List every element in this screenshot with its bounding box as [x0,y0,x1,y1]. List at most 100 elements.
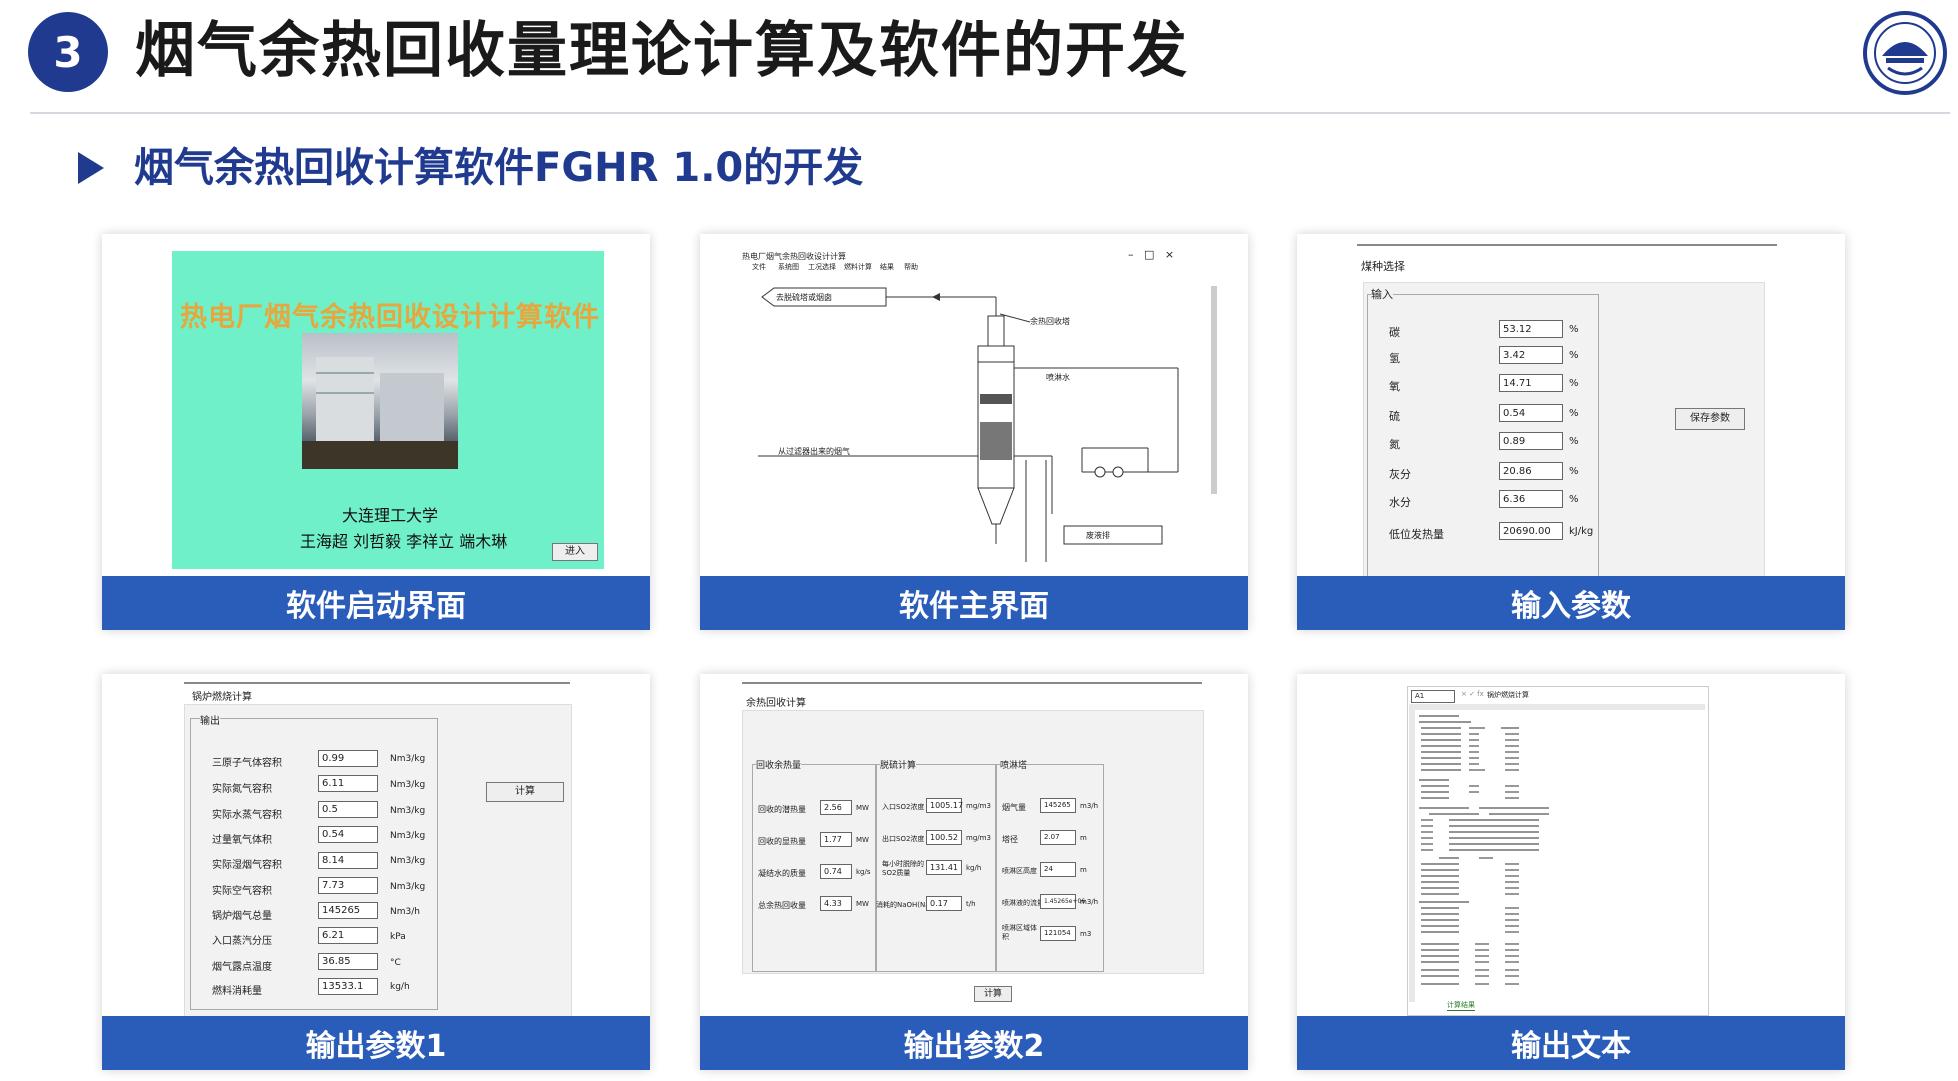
splash-window: 热电厂烟气余热回收设计计算软件 大连理工大学 王海超 刘哲毅 李祥立 端木琳 进… [172,251,604,569]
calculate-button[interactable]: 计算 [486,782,564,802]
label-total-recovered-heat: 总余热回收量 [758,901,806,910]
unit: % [1569,466,1579,477]
label-ash: 灰分 [1389,468,1411,481]
unit: kg/s [856,868,871,876]
label-nitrogen: 氮 [1389,438,1400,451]
label-triatomic-gas: 三原子气体容积 [212,758,282,769]
carbon-input[interactable]: 53.12 [1499,320,1563,338]
tab-strip [1357,244,1777,246]
label-moisture: 水分 [1389,496,1411,509]
label-spray-water: 喷淋水 [1046,373,1070,382]
calculate-button[interactable]: 计算 [974,986,1012,1002]
formula-bar[interactable]: 锅炉燃烧计算 [1487,690,1529,700]
bullet-arrow-icon [78,152,104,184]
formula-icons: × ✓ fx [1461,690,1484,698]
label-flue-gas-flow: 烟气量 [1002,803,1026,812]
moisture-input[interactable]: 6.36 [1499,490,1563,508]
unit: Nm3/kg [390,780,426,790]
unit: Nm3/kg [390,806,426,816]
tab-strip [184,682,570,684]
unit: % [1569,408,1579,419]
splash-app-title: 热电厂烟气余热回收设计计算软件 [180,302,600,333]
card-splash-screen: 热电厂烟气余热回收设计计算软件 大连理工大学 王海超 刘哲毅 李祥立 端木琳 进… [102,234,650,630]
section-number-badge: 3 [28,12,108,92]
spray-height-value: 24 [1040,862,1076,877]
sheet-tab[interactable]: 计算结果 [1447,1000,1475,1011]
card-output-params-2: 余热回收计算 回收余热量 脱硫计算 喷淋塔 回收的潜热量 2.56 MW 回收的… [700,674,1248,1070]
sensible-heat-value: 1.77 [820,832,852,847]
excess-oxygen-value: 0.54 [318,826,378,843]
tab-coal-selection[interactable]: 煤种选择 [1361,258,1405,274]
label-spray-flow: 喷淋液的流量 [1002,899,1044,907]
so2-removed-value: 131.41 [926,860,962,875]
card-output-params-1: 锅炉燃烧计算 输出 三原子气体容积 0.99 Nm3/kg 实际氮气容积 6.1… [102,674,650,1070]
label-carbon: 碳 [1389,326,1400,339]
label-condensate-mass: 凝结水的质量 [758,869,806,878]
unit: % [1569,378,1579,389]
unit: % [1569,436,1579,447]
hydrogen-input[interactable]: 3.42 [1499,346,1563,364]
unit: m3 [1080,930,1092,938]
save-params-button[interactable]: 保存参数 [1675,408,1745,430]
tab-strip [742,682,1202,684]
tab-boiler-combustion[interactable]: 锅炉燃烧计算 [192,688,252,703]
label-sensible-heat: 回收的显热量 [758,837,806,846]
unit: MW [856,836,869,844]
card-caption: 输出参数2 [700,1016,1248,1070]
card-caption: 输出参数1 [102,1016,650,1070]
spreadsheet-screenshot: A1 × ✓ fx 锅炉燃烧计算 计算结果 [1297,674,1845,1016]
slide-title: 烟气余热回收量理论计算及软件的开发 [135,16,1189,86]
group-title: 脱硫计算 [880,758,917,771]
label-so2-removed: 每小时脱除的SO2质量 [882,860,924,877]
sulfur-input[interactable]: 0.54 [1499,404,1563,422]
cell-reference-box[interactable]: A1 [1411,690,1455,703]
label-lower-heating-value: 低位发热量 [1389,528,1444,541]
spray-flow-value: 1.45265e+06 [1040,894,1085,909]
power-plant-photo [302,333,458,469]
splash-university: 大连理工大学 [342,506,439,525]
label-spray-height: 喷淋区高度 [1002,867,1037,875]
card-main-interface: 热电厂烟气余热回收设计计算 – □ × 文件 系统图 工况选择 燃料计算 结果 … [700,234,1248,630]
fuel-consumption-value: 13533.1 [318,978,378,995]
inlet-so2-value: 1005.17 [926,798,963,813]
nitrogen-input[interactable]: 0.89 [1499,432,1563,450]
label-recovery-tower: 余热回收塔 [1030,317,1070,326]
outlet-so2-value: 100.52 [926,830,962,845]
unit: m3/h [1080,898,1099,906]
label-dew-point: 烟气露点温度 [212,962,272,973]
unit: Nm3/kg [390,856,426,866]
air-volume-value: 7.73 [318,877,378,894]
label-total-flue-gas: 锅炉烟气总量 [212,911,272,922]
condensate-mass-value: 0.74 [820,864,852,879]
label-nitrogen-volume: 实际氮气容积 [212,784,272,795]
naoh-consumed-value: 0.17 [926,896,962,911]
label-spray-volume: 喷淋区域体积 [1002,924,1037,941]
card-caption: 输入参数 [1297,576,1845,630]
output1-screenshot: 锅炉燃烧计算 输出 三原子气体容积 0.99 Nm3/kg 实际氮气容积 6.1… [102,674,650,1016]
label-tower-diameter: 塔径 [1002,835,1018,844]
label-fuel-consumption: 燃料消耗量 [212,986,262,997]
spray-volume-value: 121054 [1040,926,1076,941]
unit: MW [856,900,869,908]
lhv-input[interactable]: 20690.00 [1499,522,1563,540]
input-group-title: 输入 [1371,286,1393,302]
system-diagram [758,286,1217,562]
enter-button[interactable]: 进入 [552,543,598,561]
wet-flue-gas-value: 8.14 [318,852,378,869]
splash-screenshot: 热电厂烟气余热回收设计计算软件 大连理工大学 王海超 刘哲毅 李祥立 端木琳 进… [102,234,650,576]
unit: % [1569,350,1579,361]
oxygen-input[interactable]: 14.71 [1499,374,1563,392]
dew-point-value: 36.85 [318,953,378,970]
ash-input[interactable]: 20.86 [1499,462,1563,480]
tab-heat-recovery[interactable]: 余热回收计算 [746,694,806,709]
label-air-volume: 实际空气容积 [212,886,272,897]
latent-heat-value: 2.56 [820,800,852,815]
total-recovered-heat-value: 4.33 [820,896,852,911]
vapor-pressure-value: 6.21 [318,927,378,944]
card-input-params: 煤种选择 输入 碳 53.12 % 氢 3.42 % 氧 14.71 % 硫 0… [1297,234,1845,630]
label-hydrogen: 氢 [1389,352,1400,365]
unit: kg/h [966,864,982,872]
group-title: 喷淋塔 [1000,758,1028,771]
label-water-vapor: 实际水蒸气容积 [212,810,282,821]
label-latent-heat: 回收的潜热量 [758,805,806,814]
